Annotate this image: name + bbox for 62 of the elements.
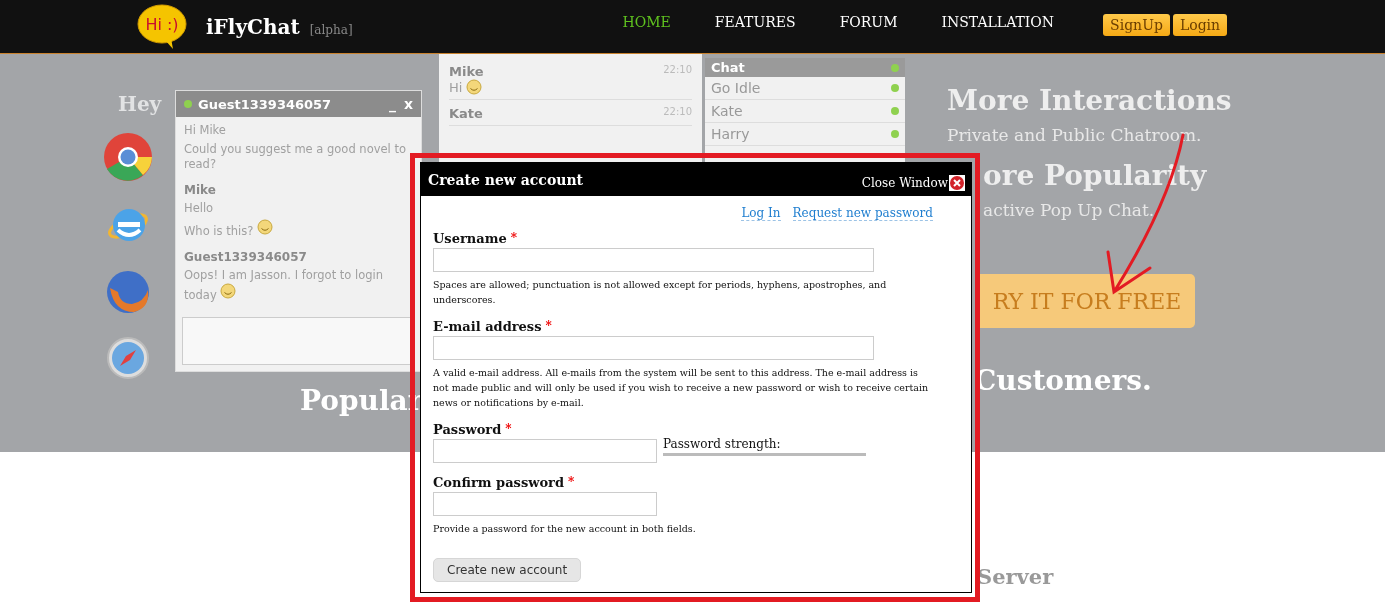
close-icon xyxy=(949,174,965,191)
strength-label: Password strength: xyxy=(663,437,782,451)
chat-message: Who is this? xyxy=(184,219,413,240)
online-dot xyxy=(891,107,899,115)
field-description: Spaces are allowed; punctuation is not allowed except for periods, hyphens, apostrophes, and underscores. xyxy=(433,278,888,307)
fox-globe-icon xyxy=(104,268,152,316)
panel-title: Chat xyxy=(711,60,745,75)
section-heading: Server xyxy=(977,564,1054,589)
sender-name: Kate xyxy=(449,106,483,121)
feature-heading: More Interactions xyxy=(947,84,1232,117)
input-field[interactable] xyxy=(433,248,874,272)
nav-link[interactable]: FORUM xyxy=(839,13,898,30)
dialog-link[interactable]: Request new password xyxy=(792,206,933,221)
window-control[interactable]: x xyxy=(403,96,413,112)
online-dot xyxy=(891,84,899,92)
online-dot xyxy=(891,63,899,72)
sender-name: Guest1339346057 xyxy=(184,248,308,265)
dialog-title: Create new account xyxy=(428,171,584,188)
input-field[interactable] xyxy=(433,492,657,516)
faded-heading: Hey xyxy=(118,92,162,116)
field-label: Confirm password xyxy=(433,475,564,490)
smiley-icon xyxy=(256,219,273,236)
online-dot xyxy=(184,100,192,108)
nav-button[interactable]: Login xyxy=(1172,13,1228,36)
required-mark: * xyxy=(545,319,552,333)
sender-name: Mike xyxy=(449,64,484,79)
compass-icon xyxy=(106,336,150,380)
chat-message: Could you suggest me a good novel to read? xyxy=(184,141,407,173)
input-field[interactable] xyxy=(433,439,657,463)
online-dot xyxy=(891,130,899,138)
required-mark: * xyxy=(568,475,575,489)
chat-message: Hello xyxy=(184,200,215,217)
smiley-icon xyxy=(220,283,237,300)
chrome-like-icon xyxy=(103,132,153,182)
field-label: Username xyxy=(433,231,507,246)
input-field[interactable] xyxy=(433,336,874,360)
field-description: A valid e-mail address. All e-mails from the system will be sent to this address. The e-mail address is not made public and will only be used if you wish to receive a new password or wish to receive certain news or notifications by e-mail. xyxy=(433,366,930,410)
feature-text: active Pop Up Chat. xyxy=(983,200,1155,220)
chat-title: Guest1339346057 xyxy=(198,96,332,112)
brand-name: iFlyChat xyxy=(206,14,300,39)
required-mark: * xyxy=(510,231,517,245)
speech-bubble-logo: Hi :) xyxy=(137,3,187,50)
chat-message: Oops! I am Jasson. I forgot to login today xyxy=(184,267,385,304)
nav-link[interactable]: HOME xyxy=(622,13,671,30)
field-label: Password xyxy=(433,422,502,437)
window-control[interactable]: _ xyxy=(388,96,396,112)
version-tag: [alpha] xyxy=(309,22,353,37)
required-mark: * xyxy=(505,422,512,436)
field-description: Provide a password for the new account in both fields. xyxy=(433,522,697,536)
hero-tagline: Customers. xyxy=(973,364,1153,397)
chat-message: Hi xyxy=(449,79,463,95)
feature-text: Private and Public Chatroom. xyxy=(947,125,1202,145)
nav-link[interactable]: INSTALLATION xyxy=(941,13,1055,30)
field-label: E-mail address xyxy=(433,319,542,334)
nav-button[interactable]: SignUp xyxy=(1103,13,1170,36)
dialog-link[interactable]: Log In xyxy=(741,206,781,221)
smiley-icon xyxy=(466,79,483,95)
close-window-link[interactable]: Close Window xyxy=(861,174,965,191)
nav-link[interactable]: FEATURES xyxy=(714,13,796,30)
chat-message: Hi Mike xyxy=(184,123,227,139)
create-account-button[interactable]: Create new account xyxy=(433,558,582,582)
sender-name: Mike xyxy=(184,181,217,198)
